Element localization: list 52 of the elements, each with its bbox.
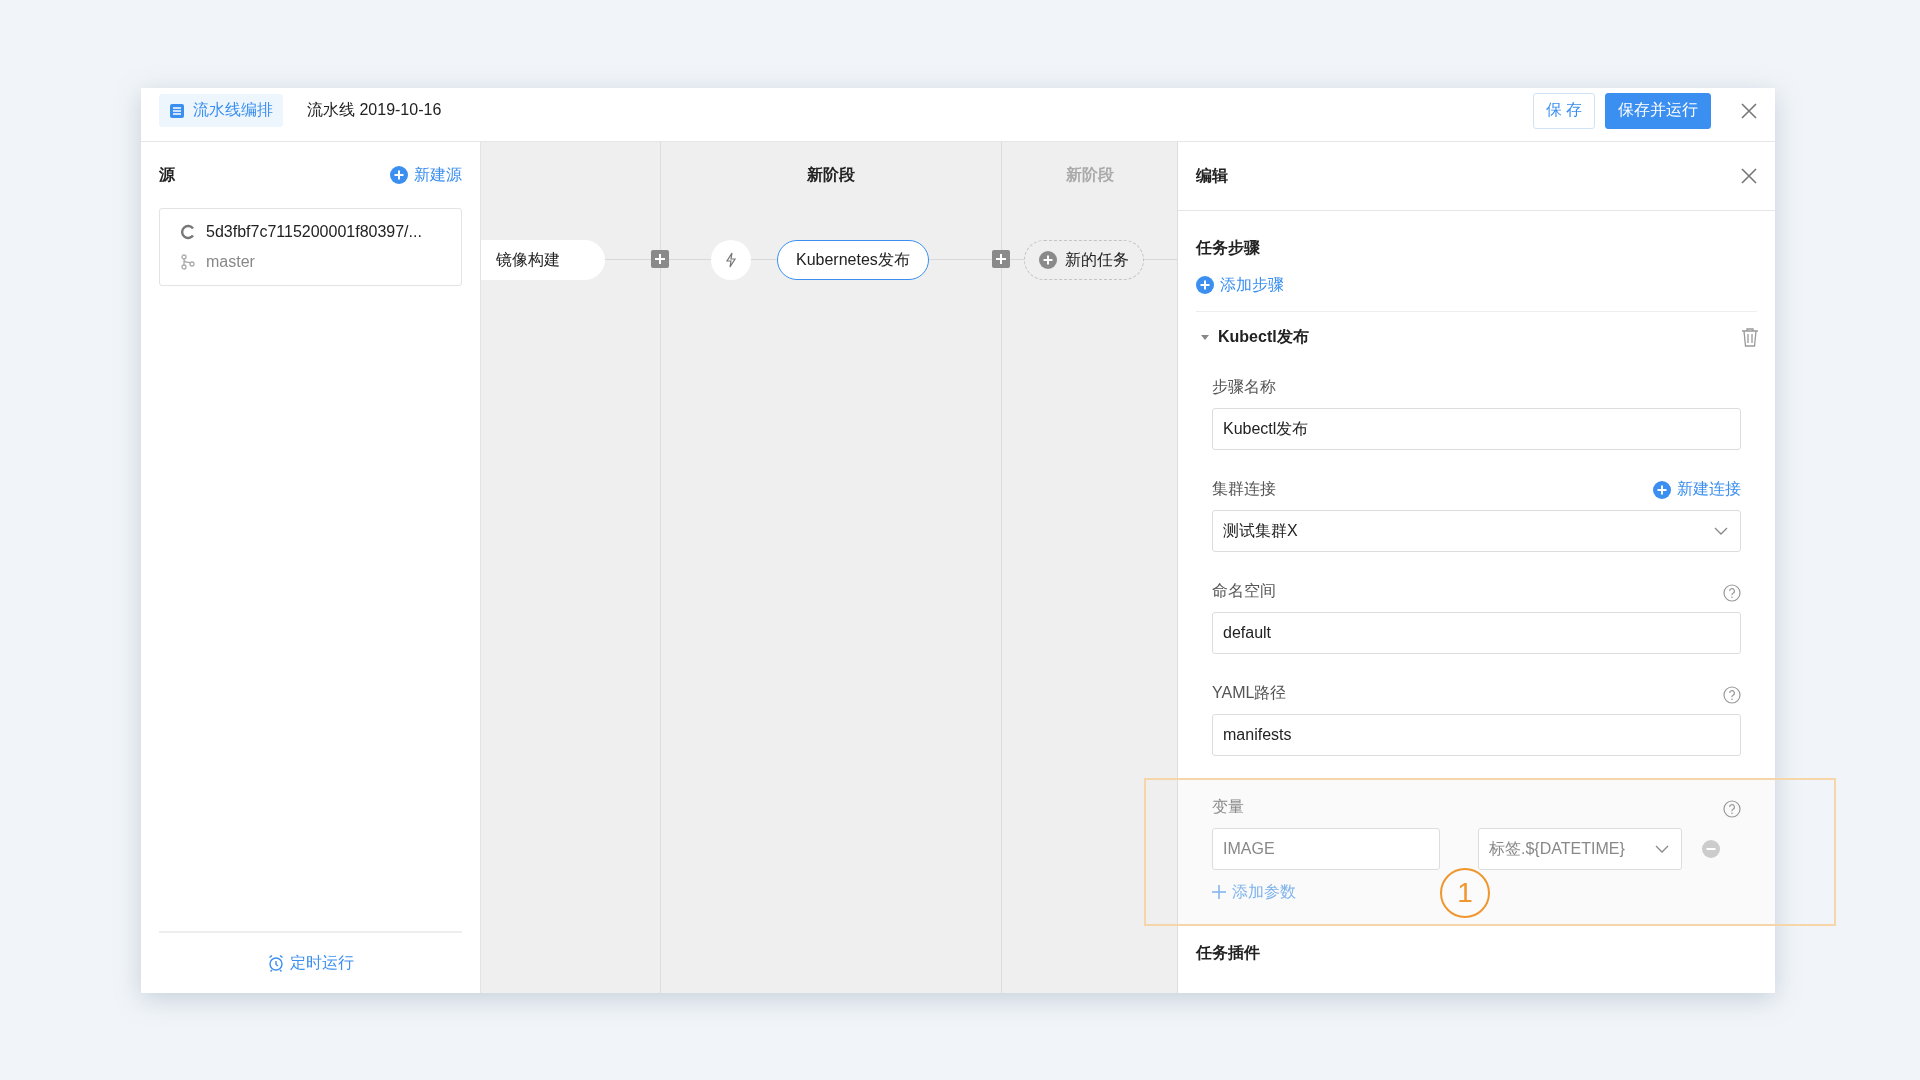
new-connection-link[interactable]: 新建连接 <box>1653 479 1741 500</box>
branch-name: master <box>206 253 255 271</box>
step-number-marker: 1 <box>1440 868 1490 918</box>
alarm-clock-icon <box>267 954 284 972</box>
step-title: Kubectl发布 <box>1218 326 1310 347</box>
input-field[interactable]: Kubectl发布 <box>1212 408 1741 450</box>
commit-id: 5d3fbf7c7115200001f80397/... <box>206 223 422 241</box>
add-stage-icon[interactable] <box>992 250 1010 268</box>
close-icon[interactable] <box>1741 102 1757 119</box>
close-icon[interactable] <box>1741 168 1757 184</box>
pipeline-tab[interactable]: 流水线编排 <box>159 94 283 127</box>
section-heading: 任务插件 <box>1196 944 1260 961</box>
help-icon[interactable] <box>1723 686 1741 704</box>
field-label: 集群连接 <box>1212 479 1276 499</box>
field-label: YAML路径 <box>1212 683 1287 703</box>
task-node[interactable]: 镜像构建 <box>481 240 605 280</box>
add-step-link[interactable]: 添加步骤 <box>1196 274 1284 296</box>
field-label: 命名空间 <box>1212 581 1276 601</box>
pipeline-icon <box>169 102 185 119</box>
plus-icon <box>1212 885 1226 899</box>
plus-icon <box>1039 251 1057 269</box>
new-source-link[interactable]: 新建源 <box>390 164 462 186</box>
scheduled-run-link[interactable]: 定时运行 <box>267 952 354 974</box>
save-button[interactable]: 保 存 <box>1532 92 1595 129</box>
source-card[interactable]: 5d3fbf7c7115200001f80397/... master <box>159 208 462 286</box>
cluster-select[interactable]: 测试集群X <box>1212 510 1741 552</box>
plus-icon <box>1196 276 1214 294</box>
trash-icon[interactable] <box>1741 327 1759 347</box>
plus-icon <box>1653 480 1671 499</box>
branch-icon <box>180 254 196 270</box>
save-and-run-button[interactable]: 保存并运行 <box>1605 92 1711 129</box>
field-label: 步骤名称 <box>1212 377 1276 397</box>
caret-icon[interactable] <box>1200 333 1210 341</box>
input-field[interactable]: default <box>1212 612 1741 654</box>
source-heading: 源 <box>159 164 175 185</box>
field-label: 变量 <box>1212 797 1244 817</box>
lightning-icon <box>725 252 737 268</box>
refresh-icon <box>180 224 196 240</box>
stage-title: 新阶段 <box>807 164 855 185</box>
new-task-button[interactable]: 新的任务 <box>1024 240 1144 280</box>
add-stage-icon[interactable] <box>651 250 669 268</box>
pipeline-title: 流水线 2019-10-16 <box>307 100 443 120</box>
task-node[interactable]: Kubernetes发布 <box>777 240 929 280</box>
plus-icon <box>390 166 408 184</box>
editor-title: 编辑 <box>1196 165 1228 186</box>
stage-title[interactable]: 新阶段 <box>1065 164 1114 186</box>
chevron-down-icon <box>1714 527 1728 535</box>
trigger-node[interactable] <box>711 240 751 280</box>
help-icon[interactable] <box>1723 584 1741 602</box>
input-field[interactable]: manifests <box>1212 714 1741 756</box>
chevron-down-icon <box>1655 845 1669 853</box>
section-heading: 任务步骤 <box>1196 238 1260 258</box>
